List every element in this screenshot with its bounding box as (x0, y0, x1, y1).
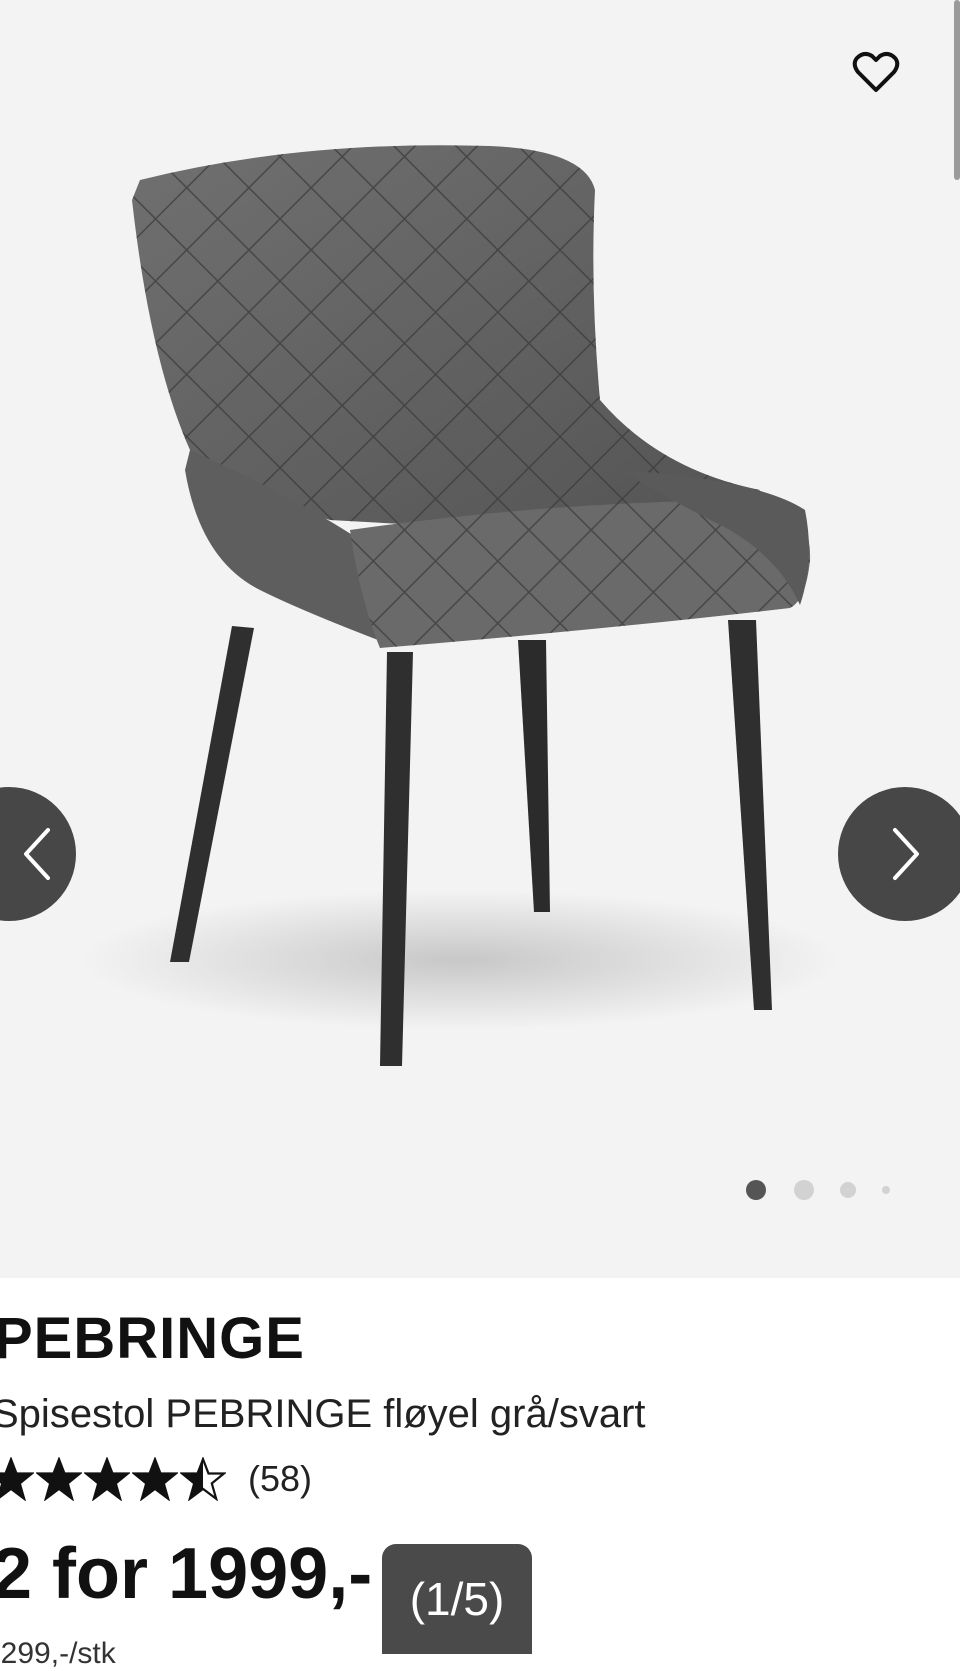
star-half-icon (180, 1457, 226, 1501)
product-rating[interactable]: (58) (0, 1457, 312, 1501)
slide-dot[interactable] (746, 1180, 766, 1200)
next-image-button[interactable] (838, 787, 960, 921)
star-full-icon (36, 1457, 82, 1501)
star-full-icon (84, 1457, 130, 1501)
product-brand: PEBRINGE (0, 1306, 305, 1371)
product-name: Spisestol PEBRINGE fløyel grå/svart (0, 1392, 646, 1436)
page-scrollbar[interactable] (954, 0, 960, 180)
heart-outline-icon (852, 51, 900, 92)
chevron-right-icon (893, 828, 919, 880)
slide-dot[interactable] (840, 1182, 856, 1198)
slide-indicator (0, 1178, 960, 1202)
product-image-gallery[interactable] (0, 0, 960, 1278)
chevron-left-icon (24, 828, 50, 880)
slide-dot[interactable] (794, 1180, 814, 1200)
slide-dot[interactable] (882, 1186, 890, 1194)
unit-price: 1299,-/stk (0, 1637, 116, 1670)
star-full-icon (0, 1457, 34, 1501)
image-counter-badge: (1/5) (382, 1544, 532, 1654)
favorite-button[interactable] (846, 44, 906, 100)
rating-count: (58) (248, 1458, 313, 1499)
star-full-icon (132, 1457, 178, 1501)
rating-stars (0, 1457, 228, 1501)
product-image[interactable] (0, 0, 960, 1278)
product-price: 2 for 1999,- (0, 1534, 373, 1614)
